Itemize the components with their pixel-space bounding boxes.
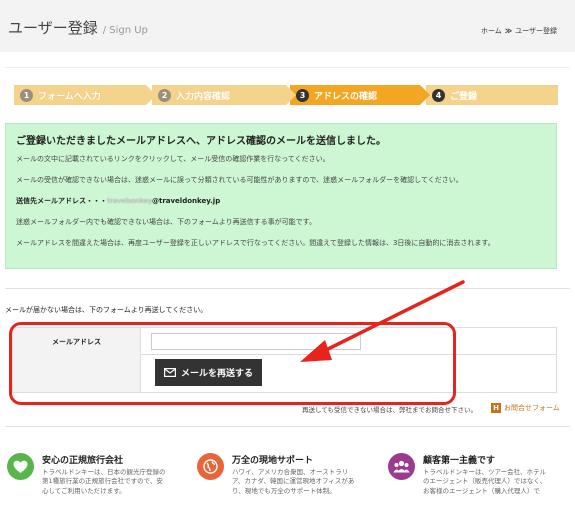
people-icon — [388, 453, 415, 480]
notice-paragraph: メールの文中に記載されているリンクをクリックして、メール受信の確認作業を行なって… — [16, 155, 330, 163]
feature-title: 安心の正規旅行会社 — [42, 456, 124, 466]
step-number: 3 — [296, 88, 309, 102]
contact-note: 再送しても受信できない場合は、弊社までお問合せ下さい。 — [302, 406, 477, 414]
step-label: 入力内容確認 — [176, 91, 231, 102]
resend-button-label: メールを再送する — [180, 369, 253, 379]
resend-email-button[interactable]: メールを再送する — [155, 359, 262, 386]
step-number: 2 — [158, 88, 171, 102]
empty-label-cell — [13, 355, 141, 392]
contact-form-link[interactable]: H お問合せフォーム — [491, 403, 560, 413]
form-row-submit: メールを再送する — [13, 355, 556, 392]
notice-heading: ご登録いただきましたメールアドレスへ、アドレス確認のメールを送信しました。 — [16, 136, 386, 147]
breadcrumb-current: ユーザー登録 — [515, 27, 557, 35]
sent-address-domain: @traveldonkey.jp — [151, 197, 221, 206]
step-confirm-input: 2 入力内容確認 — [152, 85, 296, 105]
redacted-address: travelsonkey — [107, 197, 152, 206]
step-label: ご登録 — [450, 91, 478, 102]
step-label: アドレスの確認 — [314, 91, 378, 102]
step-address-confirm: 3 アドレスの確認 — [290, 85, 430, 105]
email-input[interactable] — [151, 333, 361, 350]
form-row-email: メールアドレス — [13, 328, 556, 355]
feature-line: お客様のエージェント（購入代理人）で — [423, 486, 540, 495]
feature-local-support: 万全の現地サポート ハワイ、アメリカ合衆国、オーストラリ ア、カナダ、韓国に運営現… — [197, 453, 377, 506]
feature-line: 心してご利用いただけます。 — [42, 486, 126, 495]
signup-page: ユーザー登録 / Sign Up ホーム ≫ ユーザー登録 1 フォームへ入力 2 入力内… — [0, 0, 575, 506]
breadcrumb: ホーム ≫ ユーザー登録 — [481, 26, 557, 36]
sent-address: 送信先メールアドレス・・・travelsonkey@traveldonkey.j… — [16, 197, 546, 206]
breadcrumb-separator: ≫ — [504, 27, 513, 35]
resend-form: メールアドレス メールを再送する — [12, 327, 557, 393]
email-label: メールアドレス — [13, 328, 141, 355]
breadcrumb-home-link[interactable]: ホーム — [481, 27, 502, 35]
contact-link-label: お問合せフォーム — [504, 404, 560, 412]
feature-licensed-agency: 安心の正規旅行会社 トラベルドンキーは、日本の観光庁登録の 第1種旅行業の正規旅行… — [7, 453, 187, 506]
notice-paragraph: メールの受信が確認できない場合は、迷惑メールに誤って分類されている可能性がありま… — [16, 176, 463, 185]
feature-title: 万全の現地サポート — [232, 456, 314, 466]
page-header: ユーザー登録 / Sign Up ホーム ≫ ユーザー登録 — [0, 0, 575, 52]
feature-line: トラベルドンキーは、日本の観光庁登録の — [42, 468, 166, 476]
feature-line: トラベルドンキーは、ツアー会社、ホテル — [423, 468, 547, 476]
help-icon: H — [491, 403, 501, 413]
confirmation-notice: ご登録いただきましたメールアドレスへ、アドレス確認のメールを送信しました。 メー… — [5, 123, 557, 269]
feature-customer-first: 顧客第一主義です トラベルドンキーは、ツアー会社、ホテル のエージェント（販売代理… — [388, 453, 568, 506]
step-registration: 4 ご登録 — [426, 85, 558, 105]
divider — [5, 67, 570, 68]
feature-line: り、現地でも万全のサポート体制。 — [232, 486, 336, 495]
step-label: フォームへ入力 — [38, 91, 101, 102]
feature-line: ア、カナダ、韓国に運営現地オフィスがあ — [232, 477, 355, 486]
page-title-text: ユーザー登録 — [8, 19, 98, 37]
mail-icon — [163, 368, 176, 377]
feature-title: 顧客第一主義です — [423, 456, 496, 466]
step-number: 1 — [20, 88, 33, 102]
divider — [5, 288, 570, 289]
feature-text: トラベルドンキーは、日本の観光庁登録の 第1種旅行業の正規旅行会社ですので、安 心し… — [42, 468, 166, 496]
globe-icon — [197, 453, 224, 480]
feature-line: ハワイ、アメリカ合衆国、オーストラリ — [232, 468, 349, 476]
feature-text: トラベルドンキーは、ツアー会社、ホテル のエージェント（販売代理人）ではなく、 お客… — [423, 468, 546, 496]
page-title: ユーザー登録 / Sign Up — [8, 17, 148, 38]
heart-icon — [7, 453, 34, 480]
sent-address-label: 送信先メールアドレス・・・ — [16, 197, 107, 206]
step-number: 4 — [432, 88, 445, 102]
feature-text: ハワイ、アメリカ合衆国、オーストラリ ア、カナダ、韓国に運営現地オフィスがあ り、現… — [232, 468, 354, 496]
divider — [5, 426, 570, 427]
step-form-input: 1 フォームへ入力 — [14, 85, 156, 105]
feature-line: 第1種旅行業の正規旅行会社ですので、安 — [42, 477, 163, 486]
feature-line: のエージェント（販売代理人）ではなく、 — [423, 477, 547, 486]
page-subtitle: / Sign Up — [102, 25, 148, 36]
notice-paragraph: 迷惑メールフォルダー内でも確認できない場合は、下のフォームより再送信する事が可能… — [16, 218, 316, 227]
resend-instructions: メールが届かない場合は、下のフォームより再送してください。 — [5, 306, 208, 314]
notice-paragraph: メールアドレスを間違えた場合は、再度ユーザー登録を正しいアドレスで行なってくださ… — [16, 239, 495, 248]
progress-steps: 1 フォームへ入力 2 入力内容確認 3 アドレスの確認 4 ご登録 — [14, 85, 558, 105]
